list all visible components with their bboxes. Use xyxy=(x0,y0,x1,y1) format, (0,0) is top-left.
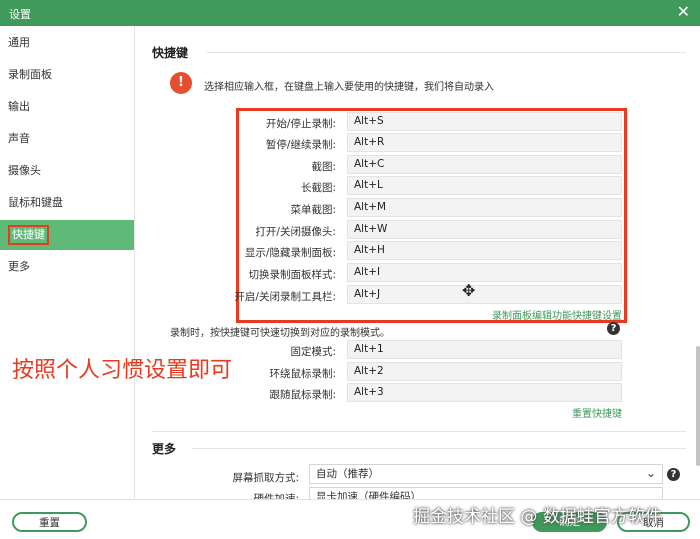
hotkey-label: 暂停/继续录制: xyxy=(265,139,336,151)
reset-button[interactable]: 重置 xyxy=(12,512,87,532)
sidebar-item-label: 通用 xyxy=(8,36,30,49)
hotkey-label: 长截图: xyxy=(300,182,336,194)
hw-accel-value: 显卡加速（硬件编码） xyxy=(316,491,421,499)
sidebar-item-label: 声音 xyxy=(8,132,30,145)
mode-description: 录制时，按快捷键可快速切换到对应的录制模式。 xyxy=(170,328,390,339)
section-divider xyxy=(152,431,686,432)
settings-content: 快捷键 ! 选择相应输入框，在键盘上输入要使用的快捷键，我们将自动录入 开始/停… xyxy=(136,26,700,499)
sidebar-item-recording-panel[interactable]: 录制面板 xyxy=(0,60,134,90)
capture-label: 屏幕抓取方式: xyxy=(232,472,299,484)
chevron-down-icon: ⌄ xyxy=(645,466,656,480)
panel-hotkey-settings-link[interactable]: 录制面板编辑功能快捷键设置 xyxy=(492,307,622,322)
sidebar-item-more[interactable]: 更多 xyxy=(0,252,134,282)
help-icon[interactable]: ? xyxy=(667,468,680,481)
warning-icon: ! xyxy=(170,72,192,94)
close-icon[interactable]: ✕ xyxy=(677,3,690,21)
sidebar-item-hotkeys[interactable]: 快捷键 xyxy=(0,220,134,250)
section-title-more: 更多 xyxy=(152,442,177,456)
scrollbar[interactable] xyxy=(696,346,700,466)
watermark: 掘金技术社区 @ 数据蛙官方软件 xyxy=(413,507,662,527)
help-icon[interactable]: ? xyxy=(607,322,620,335)
sidebar-item-camera[interactable]: 摄像头 xyxy=(0,156,134,186)
reset-hotkeys-link[interactable]: 重置快捷键 xyxy=(572,405,622,420)
hw-accel-select[interactable]: 显卡加速（硬件编码） xyxy=(309,487,663,499)
hotkey-input-camera[interactable]: Alt+W xyxy=(347,220,622,239)
move-cursor-icon: ✥ xyxy=(462,281,476,300)
mode-input-fixed[interactable]: Alt+1 xyxy=(347,340,622,359)
hw-accel-label: 硬件加速: xyxy=(253,493,299,499)
hotkey-notice: 选择相应输入框，在键盘上输入要使用的快捷键，我们将自动录入 xyxy=(204,82,494,93)
hotkey-label: 开启/关闭录制工具栏: xyxy=(234,291,336,303)
sidebar-item-general[interactable]: 通用 xyxy=(0,28,134,58)
title-bar: 设置 ✕ xyxy=(0,0,700,26)
sidebar-item-label: 摄像头 xyxy=(8,164,41,177)
hotkey-label: 切换录制面板样式: xyxy=(248,269,336,281)
hotkey-label: 开始/停止录制: xyxy=(265,118,336,130)
sidebar-item-label: 快捷键 xyxy=(8,225,49,245)
mode-label: 跟随鼠标录制: xyxy=(269,389,336,401)
sidebar: 通用 录制面板 输出 声音 摄像头 鼠标和键盘 快捷键 更多 xyxy=(0,26,135,499)
sidebar-item-label: 鼠标和键盘 xyxy=(8,196,63,209)
window-title: 设置 xyxy=(9,8,31,21)
hotkey-input-menu-screenshot[interactable]: Alt+M xyxy=(347,198,622,217)
instruction-annotation: 按照个人习惯设置即可 xyxy=(12,358,233,383)
hotkey-input-start-stop[interactable]: Alt+S xyxy=(347,112,622,131)
hotkey-input-panel-style[interactable]: Alt+I xyxy=(347,263,622,282)
sidebar-item-label: 输出 xyxy=(8,100,30,113)
section-divider xyxy=(192,448,686,449)
sidebar-item-output[interactable]: 输出 xyxy=(0,92,134,122)
hotkey-label: 菜单截图: xyxy=(290,204,336,216)
hotkey-label: 截图: xyxy=(311,161,336,173)
hotkey-label: 打开/关闭摄像头: xyxy=(255,226,336,238)
hotkey-input-long-screenshot[interactable]: Alt+L xyxy=(347,176,622,195)
sidebar-item-label: 更多 xyxy=(8,260,30,273)
hotkey-input-pause-resume[interactable]: Alt+R xyxy=(347,133,622,152)
sidebar-item-label: 录制面板 xyxy=(8,68,52,81)
section-divider xyxy=(206,52,686,53)
mode-input-follow-mouse[interactable]: Alt+3 xyxy=(347,383,622,402)
capture-method-select[interactable]: 自动（推荐） ⌄ xyxy=(309,464,663,484)
hotkey-label: 显示/隐藏录制面板: xyxy=(244,247,336,259)
hotkey-input-toggle-panel[interactable]: Alt+H xyxy=(347,241,622,260)
mode-input-around-mouse[interactable]: Alt+2 xyxy=(347,362,622,381)
capture-method-value: 自动（推荐） xyxy=(316,468,379,480)
sidebar-item-sound[interactable]: 声音 xyxy=(0,124,134,154)
hotkey-input-screenshot[interactable]: Alt+C xyxy=(347,155,622,174)
sidebar-item-mouse-keyboard[interactable]: 鼠标和键盘 xyxy=(0,188,134,218)
hotkey-input-toolbar[interactable]: Alt+J xyxy=(347,285,622,304)
section-title-hotkeys: 快捷键 xyxy=(152,46,189,60)
